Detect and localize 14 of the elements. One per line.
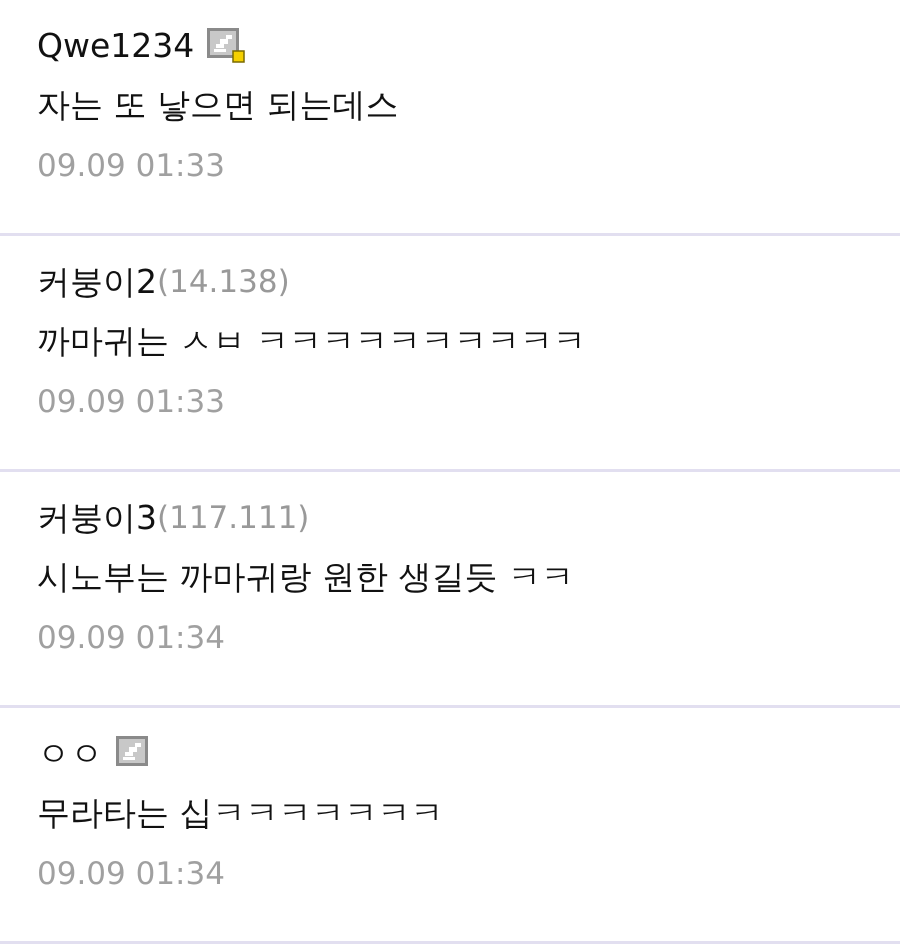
comment-text: 까마귀는 ㅅㅂ ㅋㅋㅋㅋㅋㅋㅋㅋㅋㅋ [37,320,587,362]
comment-time: 09.09 01:34 [37,855,226,894]
author-name: Qwe1234 [37,25,194,68]
comment-text: 무라타는 십ㅋㅋㅋㅋㅋㅋㅋ [37,792,444,834]
author-name: ㅇㅇ [37,733,103,776]
author-name: 커붕이3 [37,497,157,540]
ip-address: (14.138) [157,262,290,302]
ip-address: (117.111) [157,498,310,538]
comment-time: 09.09 01:34 [37,619,226,658]
comment-text: 시노부는 까마귀랑 원한 생길듯 ㅋㅋ [37,556,575,598]
comment-time: 09.09 01:33 [37,147,226,186]
author-name: 커붕이2 [37,261,157,304]
comment-text: 자는 또 낳으면 되는데스 [37,84,400,126]
comment-time: 09.09 01:33 [37,383,226,422]
